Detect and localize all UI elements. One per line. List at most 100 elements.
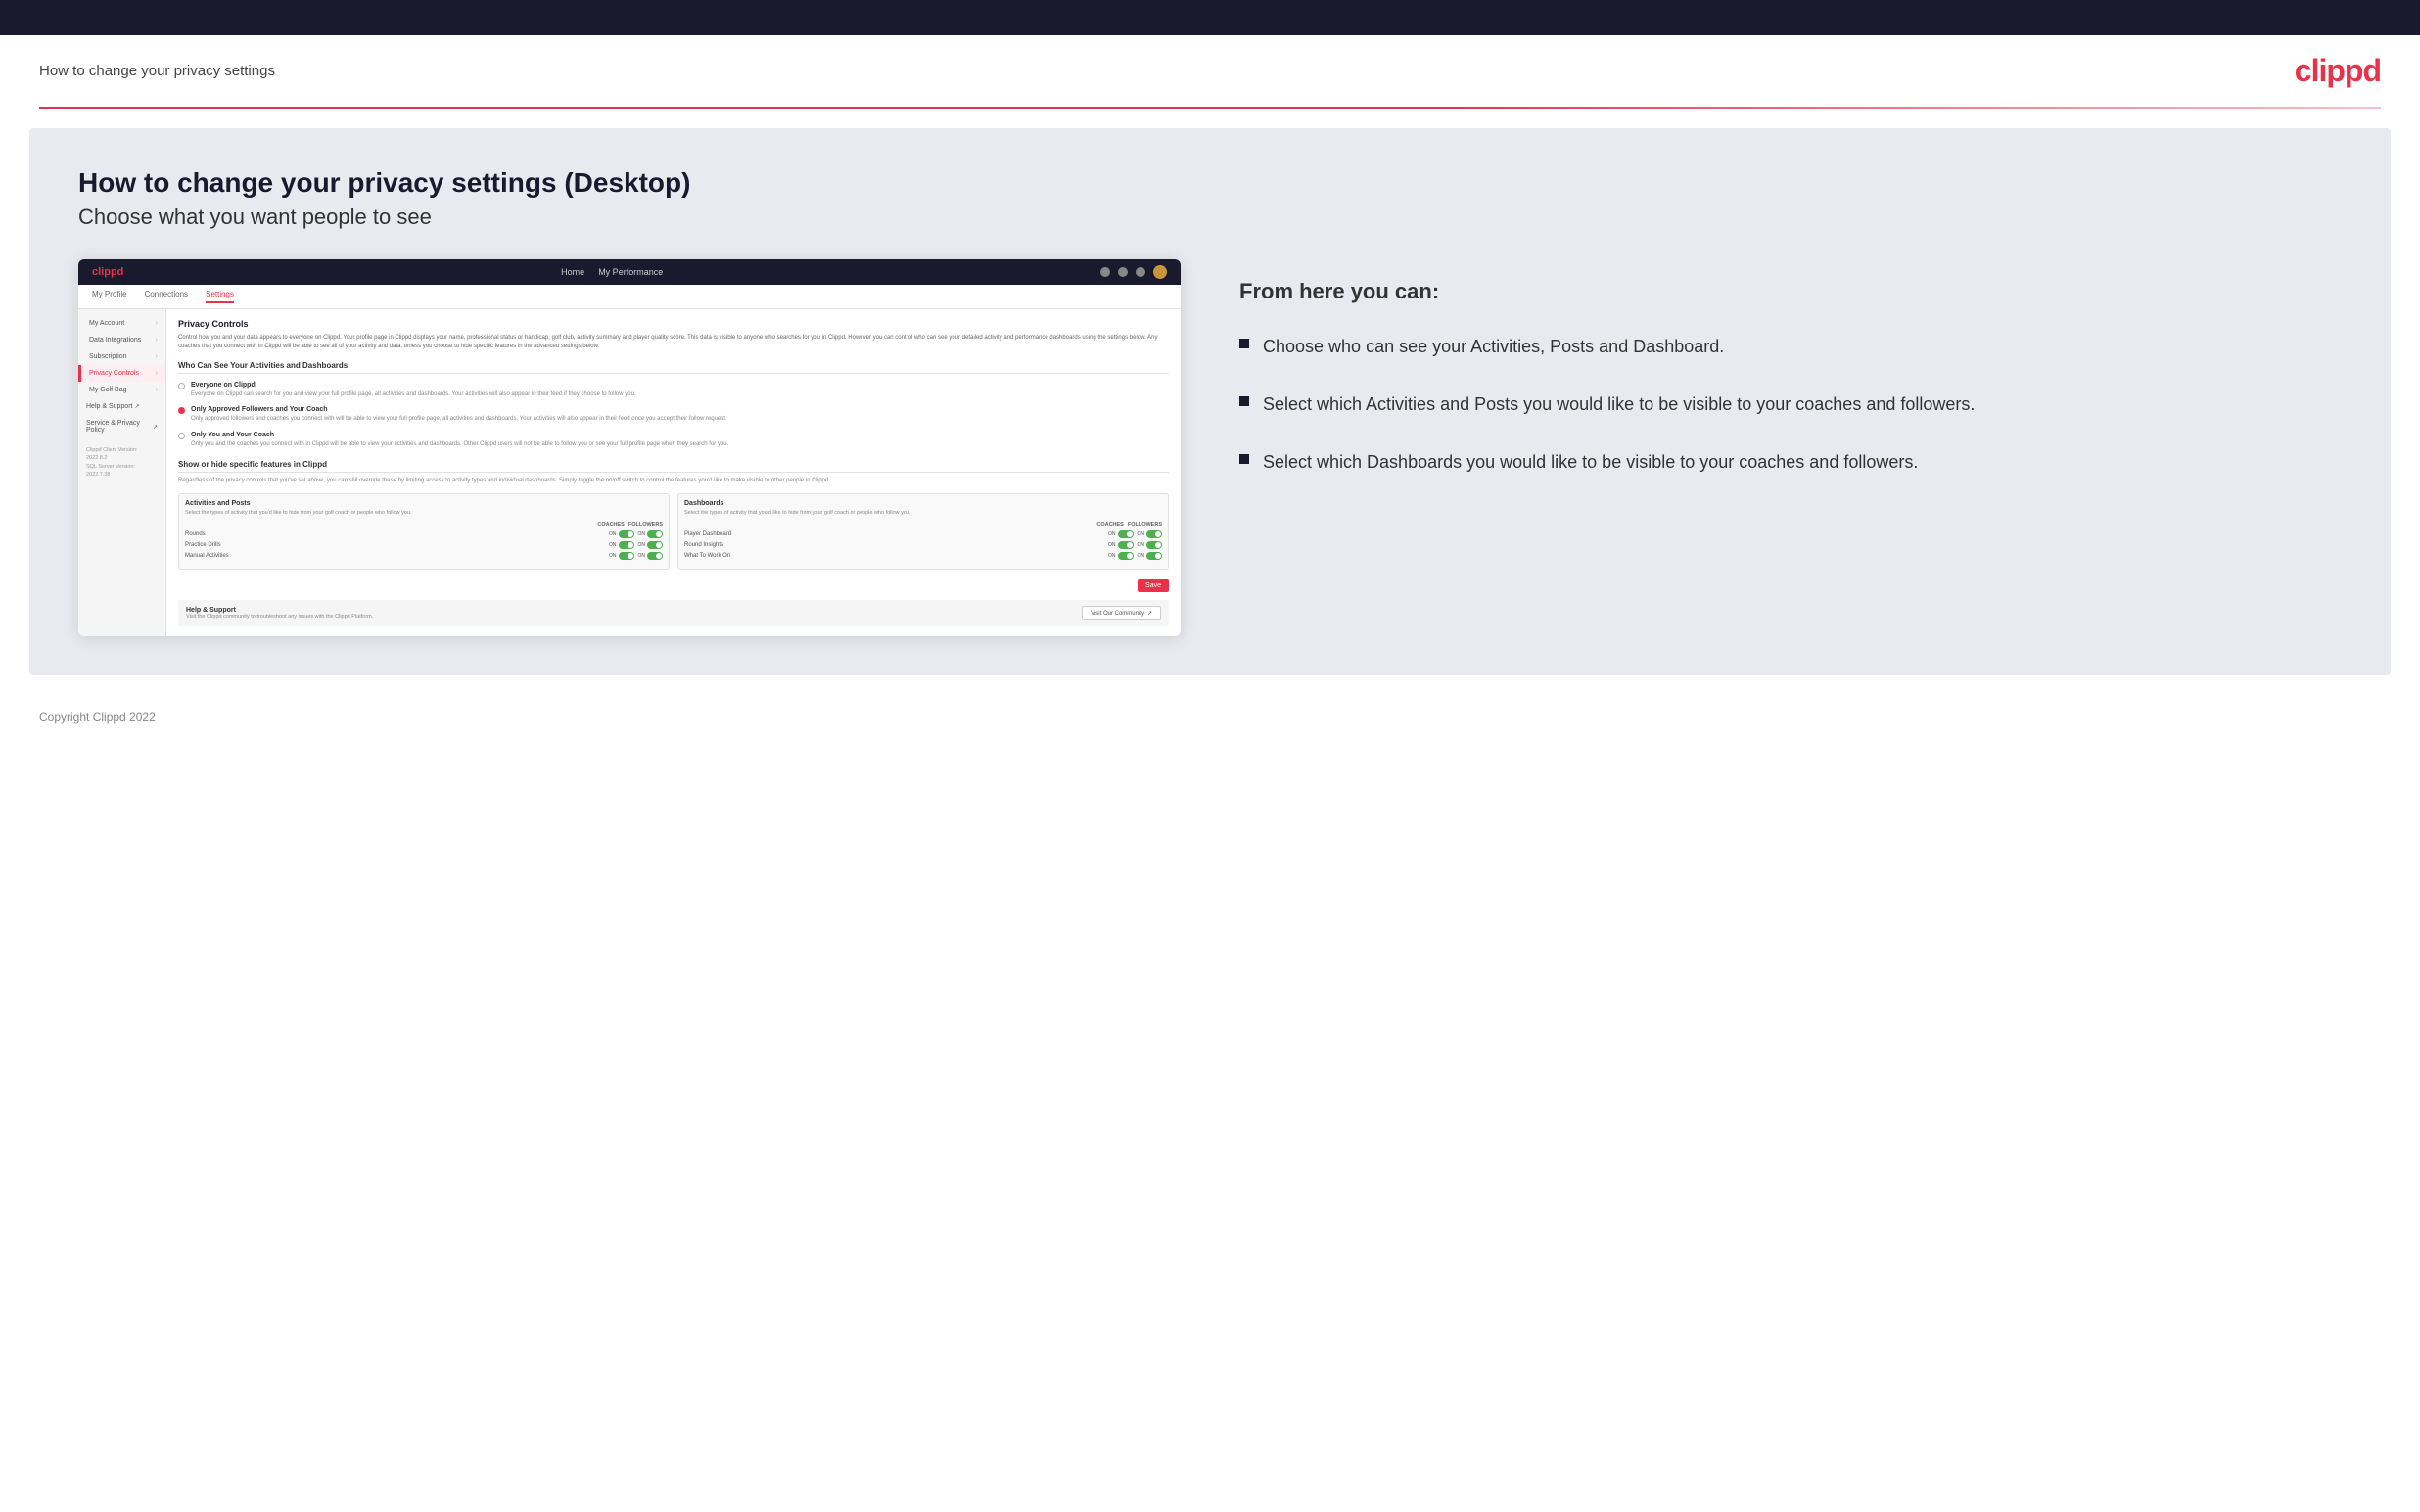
mockup-rounds-insights-coaches-toggle — [1118, 541, 1134, 549]
mockup-chevron-privacy: › — [156, 370, 158, 377]
mockup-features-grid: Activities and Posts Select the types of… — [178, 493, 1169, 571]
bullet-square-2 — [1239, 396, 1249, 406]
mockup-work-followers-toggle — [1146, 552, 1162, 560]
header-divider — [39, 107, 2381, 109]
top-bar — [0, 0, 2420, 35]
mockup-help-section: Help & Support Visit the Clippd communit… — [178, 600, 1169, 626]
main-content: How to change your privacy settings (Des… — [29, 128, 2391, 675]
mockup-chevron-my-account: › — [156, 320, 158, 327]
mockup-radio-only-you-desc: Only you and the coaches you connect wit… — [191, 440, 728, 448]
mockup-activities-coaches-col: COACHES — [597, 522, 625, 527]
mockup-radio-only-you: Only You and Your Coach Only you and the… — [178, 432, 1169, 448]
mockup-search-icon — [1100, 267, 1110, 277]
mockup-help-ext-icon: ↗ — [1147, 610, 1152, 617]
mockup-radio-everyone: Everyone on Clippd Everyone on Clippd ca… — [178, 382, 1169, 398]
mockup-privacy-title: Privacy Controls — [178, 319, 1169, 329]
mockup-nav-links: Home My Performance — [561, 267, 663, 277]
mockup-manual-followers-toggle — [647, 552, 663, 560]
mockup-toggle-player-dashboard: Player Dashboard ON ON — [684, 530, 1162, 538]
bullet-item-2: Select which Activities and Posts you wo… — [1239, 391, 2342, 418]
mockup-sidebar-my-account: My Account › — [78, 315, 165, 332]
mockup-grid-icon — [1118, 267, 1128, 277]
mockup-radio-everyone-label: Everyone on Clippd — [191, 382, 636, 389]
mockup-rounds-insights-followers-toggle — [1146, 541, 1162, 549]
from-here-title: From here you can: — [1239, 279, 2342, 304]
content-grid: clippd Home My Performance My Profile Co… — [78, 259, 2342, 636]
mockup-dashboards-coaches-col: COACHES — [1096, 522, 1124, 527]
mockup-dashboards-header: COACHES FOLLOWERS — [684, 522, 1162, 527]
page-heading: How to change your privacy settings (Des… — [78, 167, 2342, 199]
mockup-player-coaches-toggle — [1118, 530, 1134, 538]
mockup-nav: clippd Home My Performance — [78, 259, 1181, 285]
mockup-who-title: Who Can See Your Activities and Dashboar… — [178, 361, 1169, 374]
logo: clippd — [2295, 53, 2381, 89]
mockup-player-followers-toggle — [1146, 530, 1162, 538]
mockup-subnav-profile: My Profile — [92, 290, 127, 303]
bullet-item-3: Select which Dashboards you would like t… — [1239, 449, 2342, 476]
mockup-sidebar-privacy-policy: Service & Privacy Policy ↗ — [78, 415, 165, 438]
mockup-help-title: Help & Support — [186, 607, 373, 614]
bullet-text-3: Select which Dashboards you would like t… — [1263, 449, 1918, 476]
mockup-sidebar-help: Help & Support ↗ — [78, 398, 165, 415]
mockup-help-desc: Visit the Clippd community to troublesho… — [186, 614, 373, 619]
mockup-nav-icons — [1100, 265, 1167, 279]
mockup-rounds-followers-toggle — [647, 530, 663, 538]
mockup-radio-only-you-label: Only You and Your Coach — [191, 432, 728, 438]
mockup-dashboards-followers-col: FOLLOWERS — [1128, 522, 1162, 527]
mockup-radio-followers-btn — [178, 407, 185, 414]
mockup-radio-followers-label: Only Approved Followers and Your Coach — [191, 406, 727, 413]
mockup-subnav-settings: Settings — [206, 290, 234, 303]
bullet-text-2: Select which Activities and Posts you wo… — [1263, 391, 1975, 418]
mockup-radio-only-you-btn — [178, 433, 185, 439]
copyright: Copyright Clippd 2022 — [39, 710, 156, 724]
mockup-radio-group: Everyone on Clippd Everyone on Clippd ca… — [178, 382, 1169, 448]
mockup-sidebar-subscription: Subscription › — [78, 348, 165, 365]
mockup-logo: clippd — [92, 266, 123, 278]
mockup-body: My Account › Data Integrations › Subscri… — [78, 309, 1181, 636]
mockup-ext-icon-help: ↗ — [134, 403, 139, 410]
mockup-sidebar-privacy: Privacy Controls › — [78, 365, 165, 382]
mockup-sidebar: My Account › Data Integrations › Subscri… — [78, 309, 166, 636]
mockup-avatar — [1153, 265, 1167, 279]
mockup-work-coaches-toggle — [1118, 552, 1134, 560]
mockup-privacy-desc: Control how you and your data appears to… — [178, 334, 1169, 351]
right-panel: From here you can: Choose who can see yo… — [1239, 259, 2342, 476]
mockup-dashboards-title: Dashboards — [684, 500, 1162, 507]
mockup-help-btn-label: Visit Our Community — [1091, 611, 1144, 617]
mockup-toggle-what-to-work: What To Work On ON ON — [684, 552, 1162, 560]
mockup-activities-header: COACHES FOLLOWERS — [185, 522, 663, 527]
bullet-square-1 — [1239, 339, 1249, 348]
header-title: How to change your privacy settings — [39, 63, 275, 79]
mockup-dashboards-desc: Select the types of activity that you'd … — [684, 510, 1162, 518]
mockup-drills-followers-toggle — [647, 541, 663, 549]
mockup-sidebar-data-integrations: Data Integrations › — [78, 332, 165, 348]
mockup-main-panel: Privacy Controls Control how you and you… — [166, 309, 1181, 636]
bullet-text-1: Choose who can see your Activities, Post… — [1263, 334, 1724, 360]
mockup-subnav-connections: Connections — [145, 290, 188, 303]
mockup-toggle-manual: Manual Activities ON ON — [185, 552, 663, 560]
mockup-visit-community-button[interactable]: Visit Our Community ↗ — [1082, 606, 1161, 620]
mockup-radio-everyone-desc: Everyone on Clippd can search for you an… — [191, 390, 636, 398]
mockup-show-hide-title: Show or hide specific features in Clippd — [178, 460, 1169, 473]
footer: Copyright Clippd 2022 — [0, 695, 2420, 740]
mockup-radio-followers: Only Approved Followers and Your Coach O… — [178, 406, 1169, 423]
mockup-save-button[interactable]: Save — [1138, 579, 1169, 592]
mockup-dashboards-box: Dashboards Select the types of activity … — [677, 493, 1169, 571]
bullet-item-1: Choose who can see your Activities, Post… — [1239, 334, 2342, 360]
mockup-activities-desc: Select the types of activity that you'd … — [185, 510, 663, 518]
mockup-save-area: Save — [178, 579, 1169, 592]
mockup-toggle-drills: Practice Drills ON ON — [185, 541, 663, 549]
mockup-version: Clippd Client Version: 2022.8.2SQL Serve… — [78, 438, 165, 482]
mockup-radio-everyone-btn — [178, 383, 185, 389]
mockup-radio-followers-desc: Only approved followers and coaches you … — [191, 415, 727, 423]
mockup-chevron-data: › — [156, 337, 158, 344]
screenshot-mockup: clippd Home My Performance My Profile Co… — [78, 259, 1181, 636]
mockup-rounds-coaches-toggle — [619, 530, 634, 538]
mockup-nav-home: Home — [561, 267, 584, 277]
mockup-activities-box: Activities and Posts Select the types of… — [178, 493, 670, 571]
mockup-activities-title: Activities and Posts — [185, 500, 663, 507]
mockup-chevron-golf: › — [156, 387, 158, 393]
mockup-show-hide-desc: Regardless of the privacy controls that … — [178, 477, 1169, 484]
mockup-ext-icon-policy: ↗ — [153, 424, 158, 431]
header: How to change your privacy settings clip… — [0, 35, 2420, 107]
